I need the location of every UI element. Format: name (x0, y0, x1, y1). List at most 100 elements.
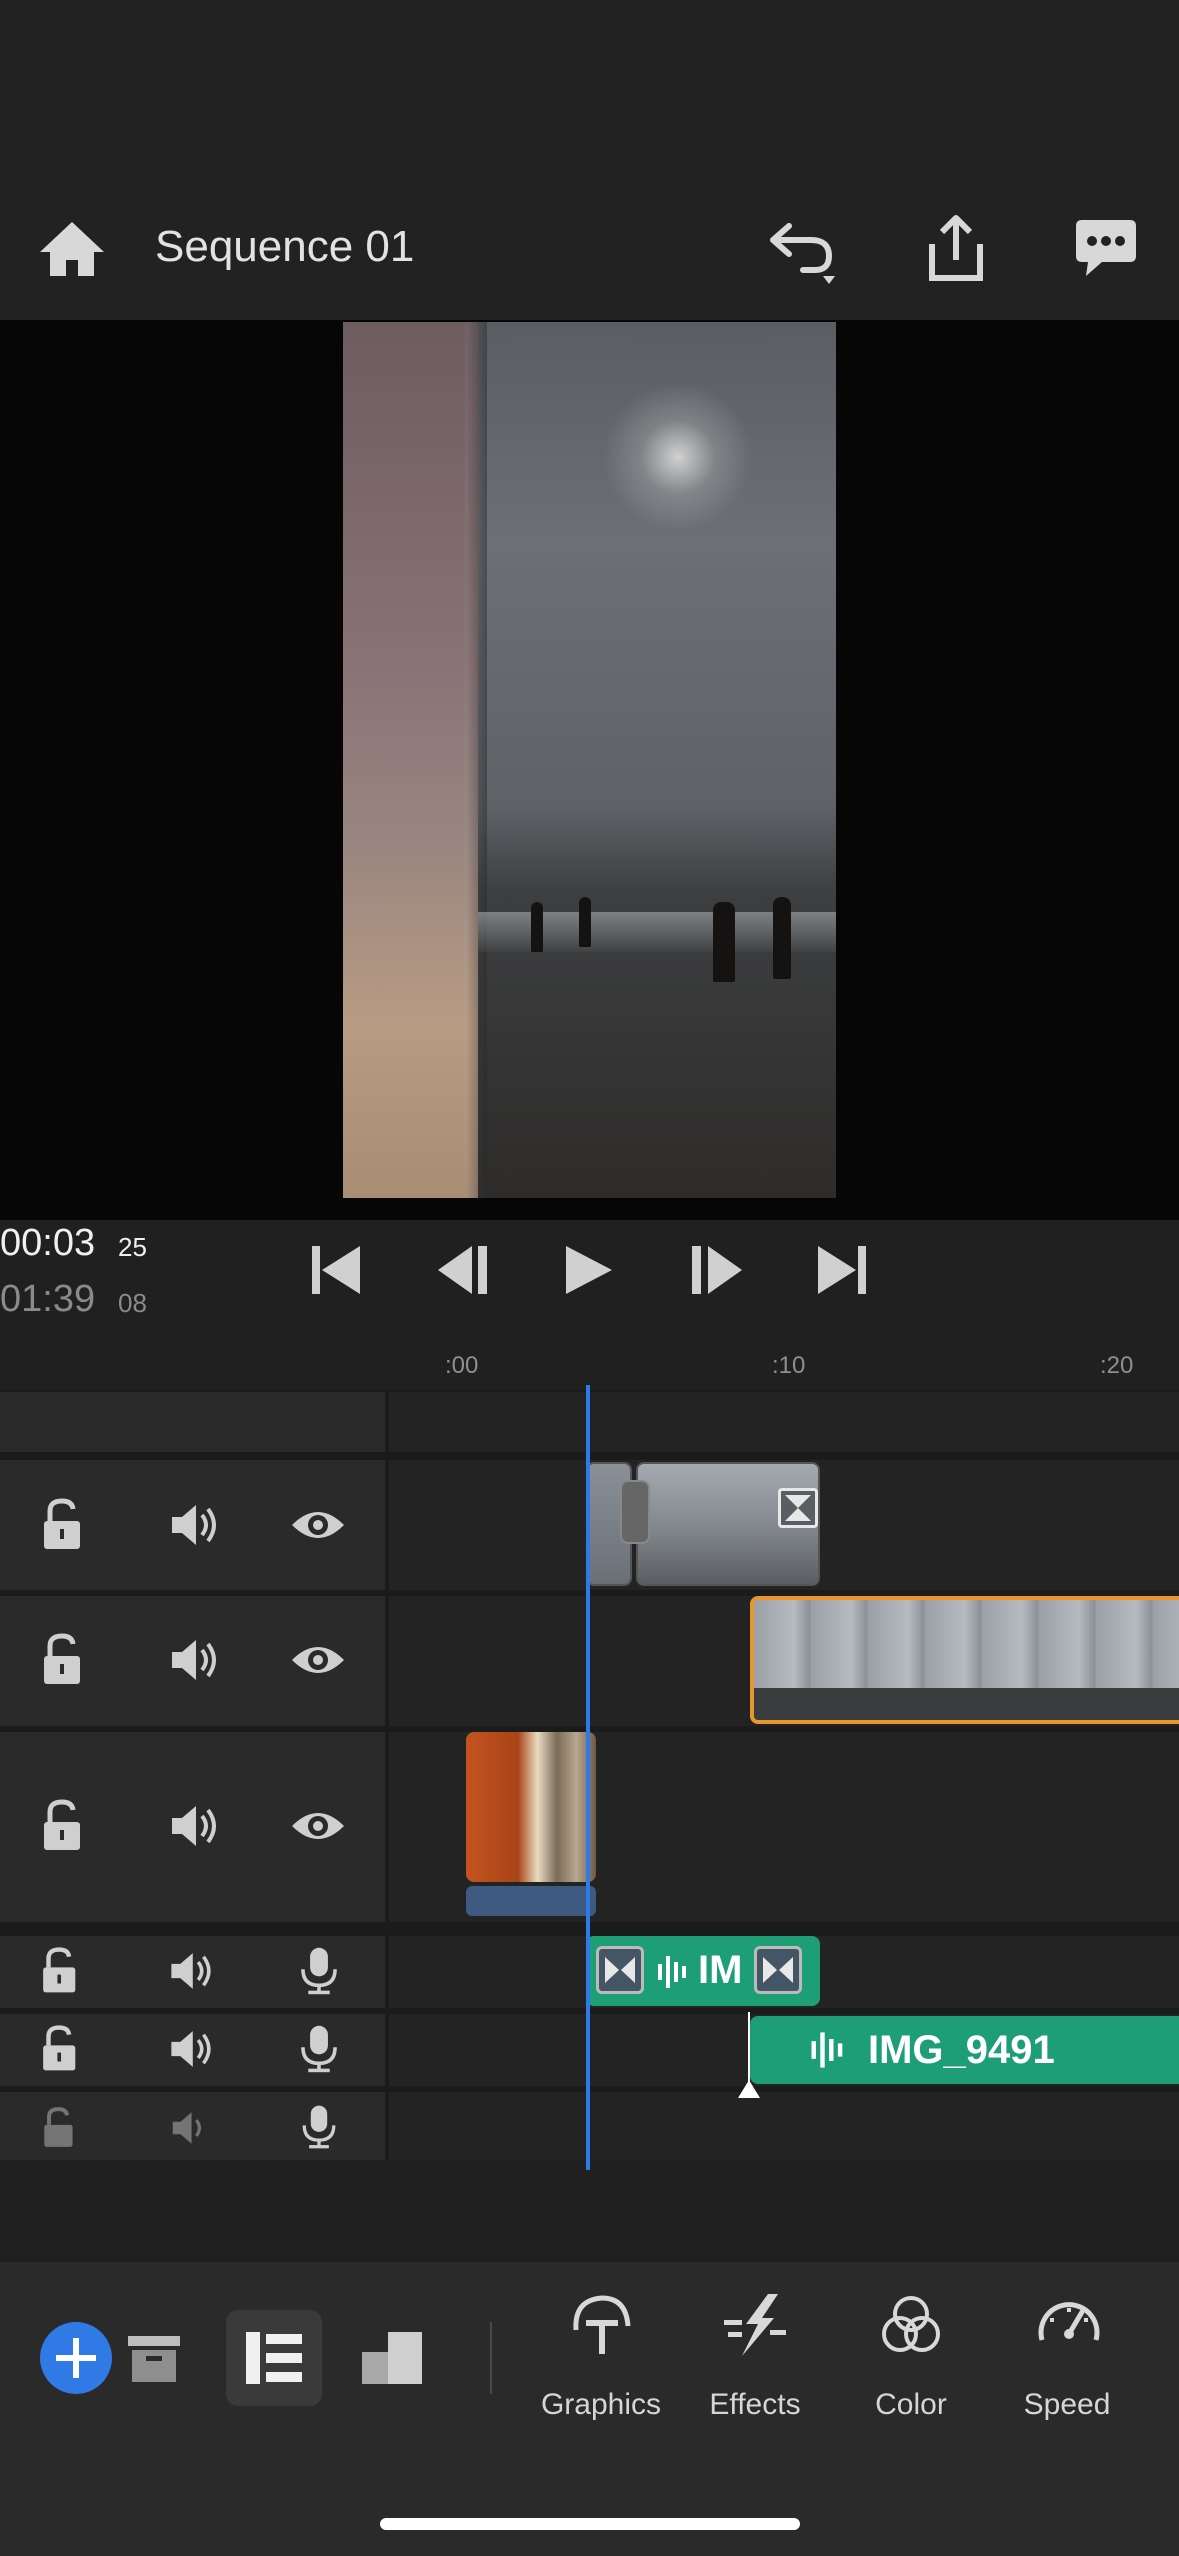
volume-toggle[interactable] (166, 1632, 222, 1688)
lock-toggle[interactable] (36, 2024, 86, 2074)
microphone-icon (302, 2105, 336, 2149)
speaker-icon (172, 1640, 216, 1680)
video-clip[interactable] (466, 1732, 596, 1882)
speaker-icon (172, 2112, 201, 2144)
color-icon (882, 2296, 940, 2352)
speaker-icon (171, 2031, 211, 2067)
lock-toggle[interactable] (38, 2106, 82, 2150)
marker-triangle-icon (738, 2080, 760, 2098)
unlock-icon (44, 2107, 73, 2147)
eye-icon (292, 1813, 344, 1839)
top-bar (0, 0, 1179, 320)
lock-toggle[interactable] (36, 1497, 92, 1553)
layout-button[interactable] (356, 2322, 432, 2392)
selected-video-clip[interactable] (750, 1596, 1179, 1724)
ruler-label: :10 (772, 1352, 806, 1379)
speed-tool-button[interactable] (1034, 2290, 1104, 2360)
play-button[interactable] (556, 1240, 622, 1300)
lock-toggle[interactable] (36, 1632, 92, 1688)
share-button[interactable] (918, 212, 994, 288)
step-forward-icon (692, 1246, 742, 1294)
graphics-tool-label[interactable]: Graphics (526, 2388, 676, 2422)
volume-toggle[interactable] (166, 1946, 216, 1996)
record-voiceover-button[interactable] (294, 1946, 344, 1996)
microphone-icon (301, 2025, 337, 2073)
home-indicator[interactable] (380, 2518, 800, 2530)
speaker-icon (172, 1806, 216, 1846)
effects-tool-label[interactable]: Effects (680, 2388, 830, 2422)
lock-toggle[interactable] (36, 1798, 92, 1854)
unlock-icon (44, 1633, 80, 1684)
visibility-toggle[interactable] (290, 1798, 346, 1854)
go-to-start-button[interactable] (304, 1240, 370, 1300)
graphics-icon (573, 2295, 631, 2354)
eye-icon (292, 1512, 344, 1538)
project-media-button[interactable] (118, 2328, 188, 2388)
archive-box-icon (128, 2336, 180, 2382)
transition-handle[interactable] (778, 1488, 818, 1528)
volume-toggle[interactable] (166, 1798, 222, 1854)
transition-icon (605, 1957, 635, 1983)
step-back-button[interactable] (432, 1240, 498, 1300)
skip-to-start-icon (312, 1246, 360, 1294)
speed-tool-label[interactable]: Speed (992, 2388, 1142, 2422)
comments-button[interactable] (1068, 212, 1144, 288)
duration-timecode: 01:39 (0, 1278, 96, 1320)
audio-track-body[interactable] (389, 2092, 1179, 2160)
go-to-end-button[interactable] (808, 1240, 874, 1300)
microphone-icon (301, 1947, 337, 1995)
home-icon (40, 222, 104, 276)
color-tool-label[interactable]: Color (836, 2388, 986, 2422)
record-voiceover-button[interactable] (294, 2024, 344, 2074)
home-button[interactable] (36, 214, 108, 286)
ruler-label: :20 (1100, 1352, 1134, 1379)
trim-handle[interactable] (620, 1480, 650, 1544)
audio-transition-handle[interactable] (596, 1946, 644, 1994)
speed-icon (1038, 2302, 1100, 2341)
play-icon (566, 1246, 612, 1294)
ruler-label: :00 (445, 1352, 479, 1379)
share-icon (929, 215, 983, 281)
skip-to-end-icon (818, 1246, 866, 1294)
plus-icon (56, 2338, 96, 2378)
undo-button[interactable] (765, 212, 841, 288)
duration-frames: 08 (118, 1288, 147, 1318)
track-body-empty (389, 1392, 1179, 1452)
audio-clip[interactable]: IMG_9491 (750, 2016, 1179, 2084)
video-clip[interactable] (636, 1462, 820, 1586)
color-tool-button[interactable] (876, 2290, 946, 2360)
current-frames: 25 (118, 1232, 147, 1262)
step-back-icon (438, 1246, 487, 1294)
volume-toggle[interactable] (166, 1497, 222, 1553)
transition-icon (785, 1495, 811, 1521)
audio-clip-label: IM (698, 1948, 743, 1992)
clip-audio-strip (466, 1886, 596, 1916)
waveform-icon (658, 1956, 686, 1988)
speaker-icon (171, 1953, 211, 1989)
eye-icon (292, 1647, 344, 1673)
unlock-icon (44, 1498, 80, 1549)
audio-clip[interactable]: IM (586, 1936, 820, 2006)
volume-toggle[interactable] (166, 2024, 216, 2074)
undo-icon (770, 223, 835, 284)
unlock-icon (43, 2025, 76, 2071)
volume-toggle[interactable] (168, 2106, 212, 2150)
waveform-icon (811, 2032, 843, 2068)
sequence-title[interactable]: Sequence 01 (155, 222, 414, 272)
unlock-icon (44, 1799, 80, 1850)
video-preview[interactable] (343, 322, 836, 1198)
layers-icon (362, 2332, 422, 2384)
comment-icon (1076, 220, 1136, 276)
effects-tool-button[interactable] (720, 2290, 790, 2360)
step-forward-button[interactable] (682, 1240, 748, 1300)
playhead[interactable] (586, 1385, 590, 2170)
record-voiceover-button[interactable] (296, 2104, 342, 2150)
lock-toggle[interactable] (36, 1946, 86, 1996)
audio-transition-handle[interactable] (754, 1946, 802, 1994)
timeline-view-button[interactable] (226, 2310, 322, 2406)
current-timecode: 00:03 (0, 1222, 96, 1264)
visibility-toggle[interactable] (290, 1632, 346, 1688)
graphics-tool-button[interactable] (566, 2290, 636, 2360)
add-media-button[interactable] (40, 2322, 112, 2394)
visibility-toggle[interactable] (290, 1497, 346, 1553)
